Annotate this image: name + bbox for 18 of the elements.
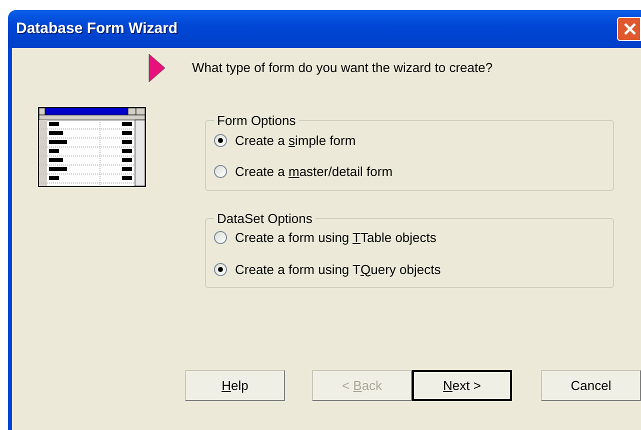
close-icon — [623, 22, 637, 36]
group-title: DataSet Options — [216, 210, 314, 228]
window-title: Database Form Wizard — [16, 18, 178, 39]
radio-button[interactable] — [214, 231, 227, 244]
radio-button[interactable] — [214, 134, 227, 147]
dialog-button[interactable]: Next > — [412, 370, 512, 401]
close-button[interactable] — [617, 17, 641, 41]
radio-label: Create a simple form — [235, 132, 356, 150]
radio-button[interactable] — [214, 262, 227, 276]
pointer-arrow-icon — [148, 53, 166, 83]
dialog-button[interactable]: Cancel — [541, 370, 641, 401]
radio-label: Create a form using TQuery objects — [235, 260, 441, 279]
question-text: What type of form do you want the wizard to create? — [192, 59, 493, 78]
group-title: Form Options — [216, 112, 297, 130]
radio-button[interactable] — [214, 165, 227, 178]
radio-label: Create a form using TTable objects — [235, 229, 436, 247]
radio-label: Create a master/detail form — [235, 163, 393, 181]
dialog-button[interactable]: Help — [185, 370, 285, 401]
